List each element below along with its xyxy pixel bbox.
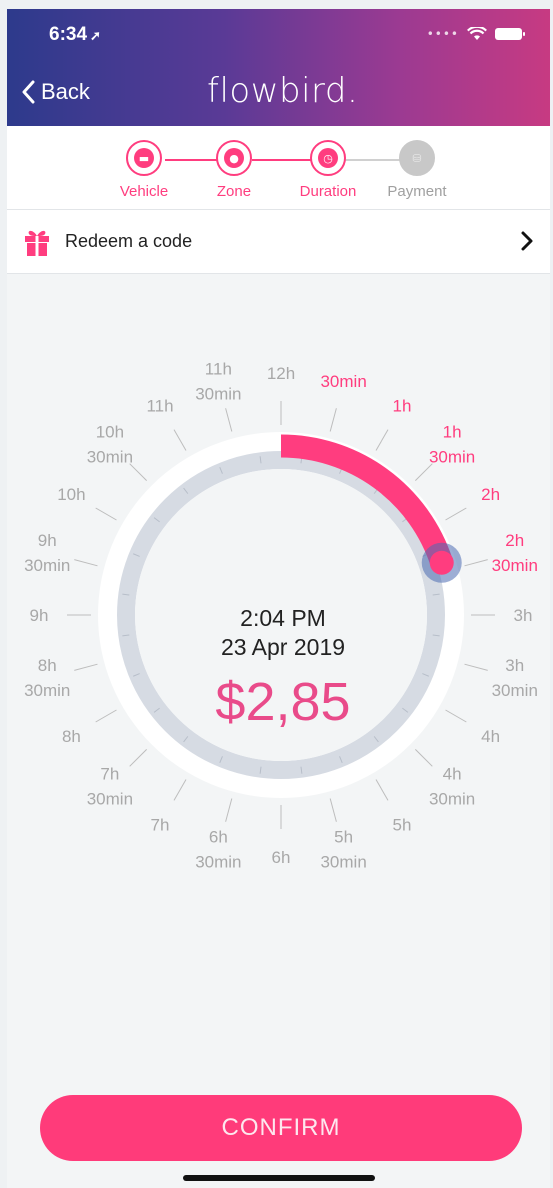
dial-duration-label: 3h [505,656,524,675]
dial-duration-label: 1h [443,422,462,441]
dial-duration-label: 10h [96,422,124,441]
dial-hour-tick [74,663,98,671]
dial-center: 2:04 PM 23 Apr 2019 $2,85 [183,605,383,733]
dial-hour-tick [329,798,337,822]
duration-dial[interactable]: 30min 1h 1h 30min 2h 2h 30min 3h 3h 30min 4h 4h 30mi… [7,275,550,1075]
coins-icon: ⛁ [407,148,427,168]
dial-duration-label: 11h [146,396,173,415]
dial-duration-label: 2h [481,485,500,504]
progress-steps: ▬ Vehicle ● Zone ◷ Duration ⛁ Payment [7,126,550,210]
dial-duration-label: 11h [205,360,232,379]
dial-hour-tick [173,779,187,801]
dial-hour-tick [225,798,233,822]
app-header: 6:34 ➚ •••• Back flowbird. [7,9,550,126]
dial-duration-label: 9h [38,531,57,550]
chevron-left-icon [22,80,35,104]
dial-duration-label: 1h [393,396,412,415]
dial-duration-label: 5h [334,827,353,846]
dial-duration-label: 9h [30,606,49,625]
dial-duration-label: 30min [492,681,538,700]
step-payment: ⛁ Payment [362,140,472,200]
dial-duration-label: 30min [24,681,70,700]
status-time: 6:34 ➚ [49,24,101,46]
chevron-right-icon [521,231,533,251]
dial-hour-tick [445,507,467,521]
dial-duration-label: 6h [209,827,228,846]
dial-duration-label: 12h [267,364,295,383]
back-button[interactable]: Back [21,79,90,105]
redeem-code-row[interactable]: Redeem a code [7,210,550,274]
dial-hour-tick [464,663,488,671]
dial-hour-tick [445,709,467,723]
dial-hour-tick [225,408,233,432]
step-circle: ● [216,140,252,176]
status-time-text: 6:34 [49,24,88,45]
dial-hour-tick [173,429,187,451]
dial-hour-tick [74,559,98,567]
dial-hour-tick [414,748,433,767]
end-date: 23 Apr 2019 [220,634,346,660]
dial-duration-label: 30min [87,790,133,809]
dial-duration-label: 8h [62,727,81,746]
brand-logo: flowbird. [207,71,359,111]
dial-duration-label: 30min [429,790,475,809]
dial-duration-label: 10h [57,485,85,504]
dial-hour-tick [464,559,488,567]
confirm-button[interactable]: CONFIRM [40,1095,522,1161]
dial-duration-label: 30min [24,556,70,575]
dial-duration-label: 4h [443,765,462,784]
dial-duration-label: 5h [393,816,412,835]
home-indicator [183,1175,375,1181]
dial-duration-label: 3h [514,606,533,625]
dial-duration-label: 30min [320,372,366,391]
map-pin-icon: ● [224,148,244,168]
dial-duration-label: 30min [492,556,538,575]
dial-hour-tick [375,429,389,451]
dial-duration-label: 6h [272,848,291,867]
dial-knob[interactable] [429,550,454,575]
dial-duration-label: 2h [505,531,524,550]
step-circle: ⛁ [399,140,435,176]
dial-hour-tick [375,779,389,801]
dial-duration-label: 4h [481,727,500,746]
status-icons: •••• [426,27,525,41]
back-label: Back [41,79,90,104]
dial-hour-tick [95,709,117,723]
step-circle: ▬ [126,140,162,176]
dial-duration-label: 30min [87,447,133,466]
dial-hour-tick [129,748,148,767]
app-screen: 6:34 ➚ •••• Back flowbird. ▬ Vehicle ● Zo… [7,9,550,1188]
car-icon: ▬ [134,148,154,168]
dial-duration-label: 7h [100,765,119,784]
step-circle: ◷ [310,140,346,176]
dial-duration-label: 8h [38,656,57,675]
dial-duration-label: 30min [429,447,475,466]
battery-icon [495,28,525,40]
price: $2,85 [215,672,351,732]
step-label: Payment [387,183,447,200]
wifi-icon [467,27,487,40]
dial-duration-label: 30min [195,852,241,871]
redeem-label: Redeem a code [65,231,193,251]
location-arrow-icon: ➚ [90,28,101,43]
dial-duration-label: 7h [151,816,170,835]
dial-duration-label: 30min [320,852,366,871]
clock-icon: ◷ [318,148,338,168]
signal-icon: •••• [426,27,459,41]
end-time: 2:04 PM [240,605,326,631]
dial-hour-tick [95,507,117,521]
dial-hour-tick [329,408,337,432]
dial-duration-label: 30min [195,385,241,404]
gift-icon [25,230,49,256]
